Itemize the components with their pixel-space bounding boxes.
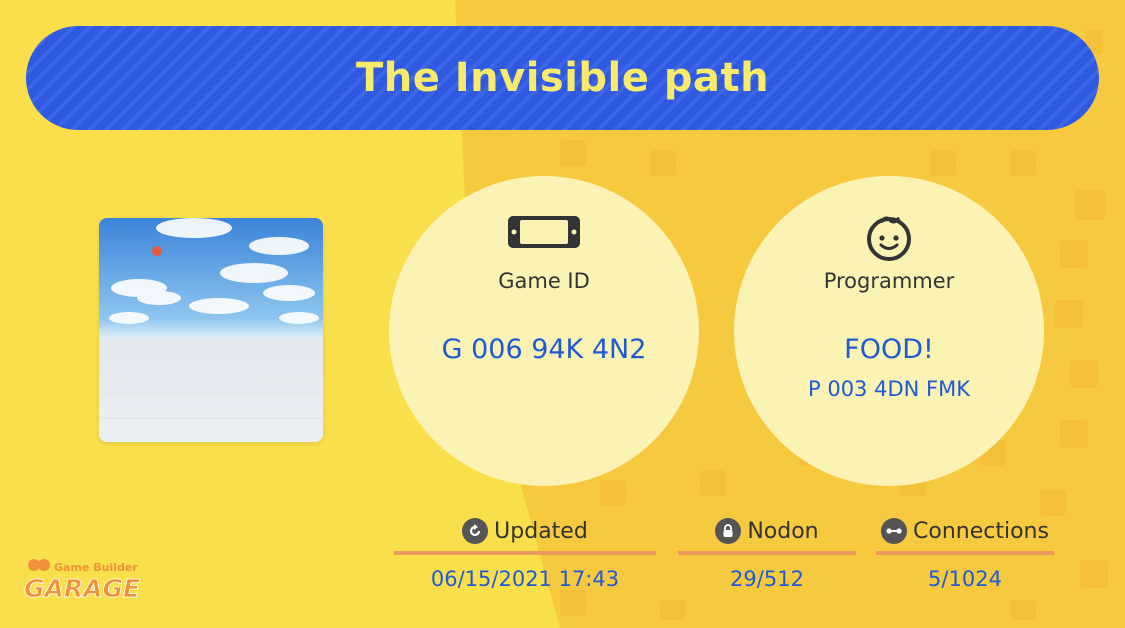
nodon-value: 29/512 bbox=[730, 567, 804, 591]
connections-value: 5/1024 bbox=[928, 567, 1002, 591]
child-face-icon bbox=[864, 212, 914, 266]
lock-icon bbox=[715, 518, 742, 544]
nodon-label: Nodon bbox=[747, 518, 819, 544]
connection-icon bbox=[881, 518, 908, 544]
updated-label: Updated bbox=[494, 518, 588, 544]
game-title: The Invisible path bbox=[355, 55, 770, 101]
updated-stat: Updated 06/15/2021 17:43 bbox=[394, 514, 656, 591]
game-id-panel: Game ID G 006 94K 4N2 bbox=[389, 176, 699, 486]
game-id-label: Game ID bbox=[498, 269, 590, 293]
refresh-icon bbox=[462, 518, 489, 544]
svg-text:Game Builder: Game Builder bbox=[54, 561, 138, 574]
switch-console-icon bbox=[506, 212, 582, 256]
connections-underline bbox=[876, 551, 1054, 555]
game-builder-garage-logo: Game Builder GARAGE bbox=[22, 553, 152, 607]
nodon-stat: Nodon 29/512 bbox=[678, 514, 856, 591]
connections-label: Connections bbox=[913, 518, 1049, 544]
game-thumbnail bbox=[99, 218, 323, 442]
updated-value: 06/15/2021 17:43 bbox=[430, 567, 620, 591]
nodon-underline bbox=[678, 551, 856, 555]
connections-stat: Connections 5/1024 bbox=[876, 514, 1054, 591]
programmer-panel: Programmer FOOD! P 003 4DN FMK bbox=[734, 176, 1044, 486]
svg-text:GARAGE: GARAGE bbox=[24, 574, 140, 603]
updated-underline bbox=[394, 551, 656, 555]
programmer-id: P 003 4DN FMK bbox=[808, 377, 970, 401]
programmer-label: Programmer bbox=[823, 269, 955, 293]
game-id-value: G 006 94K 4N2 bbox=[441, 334, 647, 365]
title-banner: The Invisible path bbox=[26, 26, 1099, 130]
programmer-name: FOOD! bbox=[844, 334, 934, 365]
